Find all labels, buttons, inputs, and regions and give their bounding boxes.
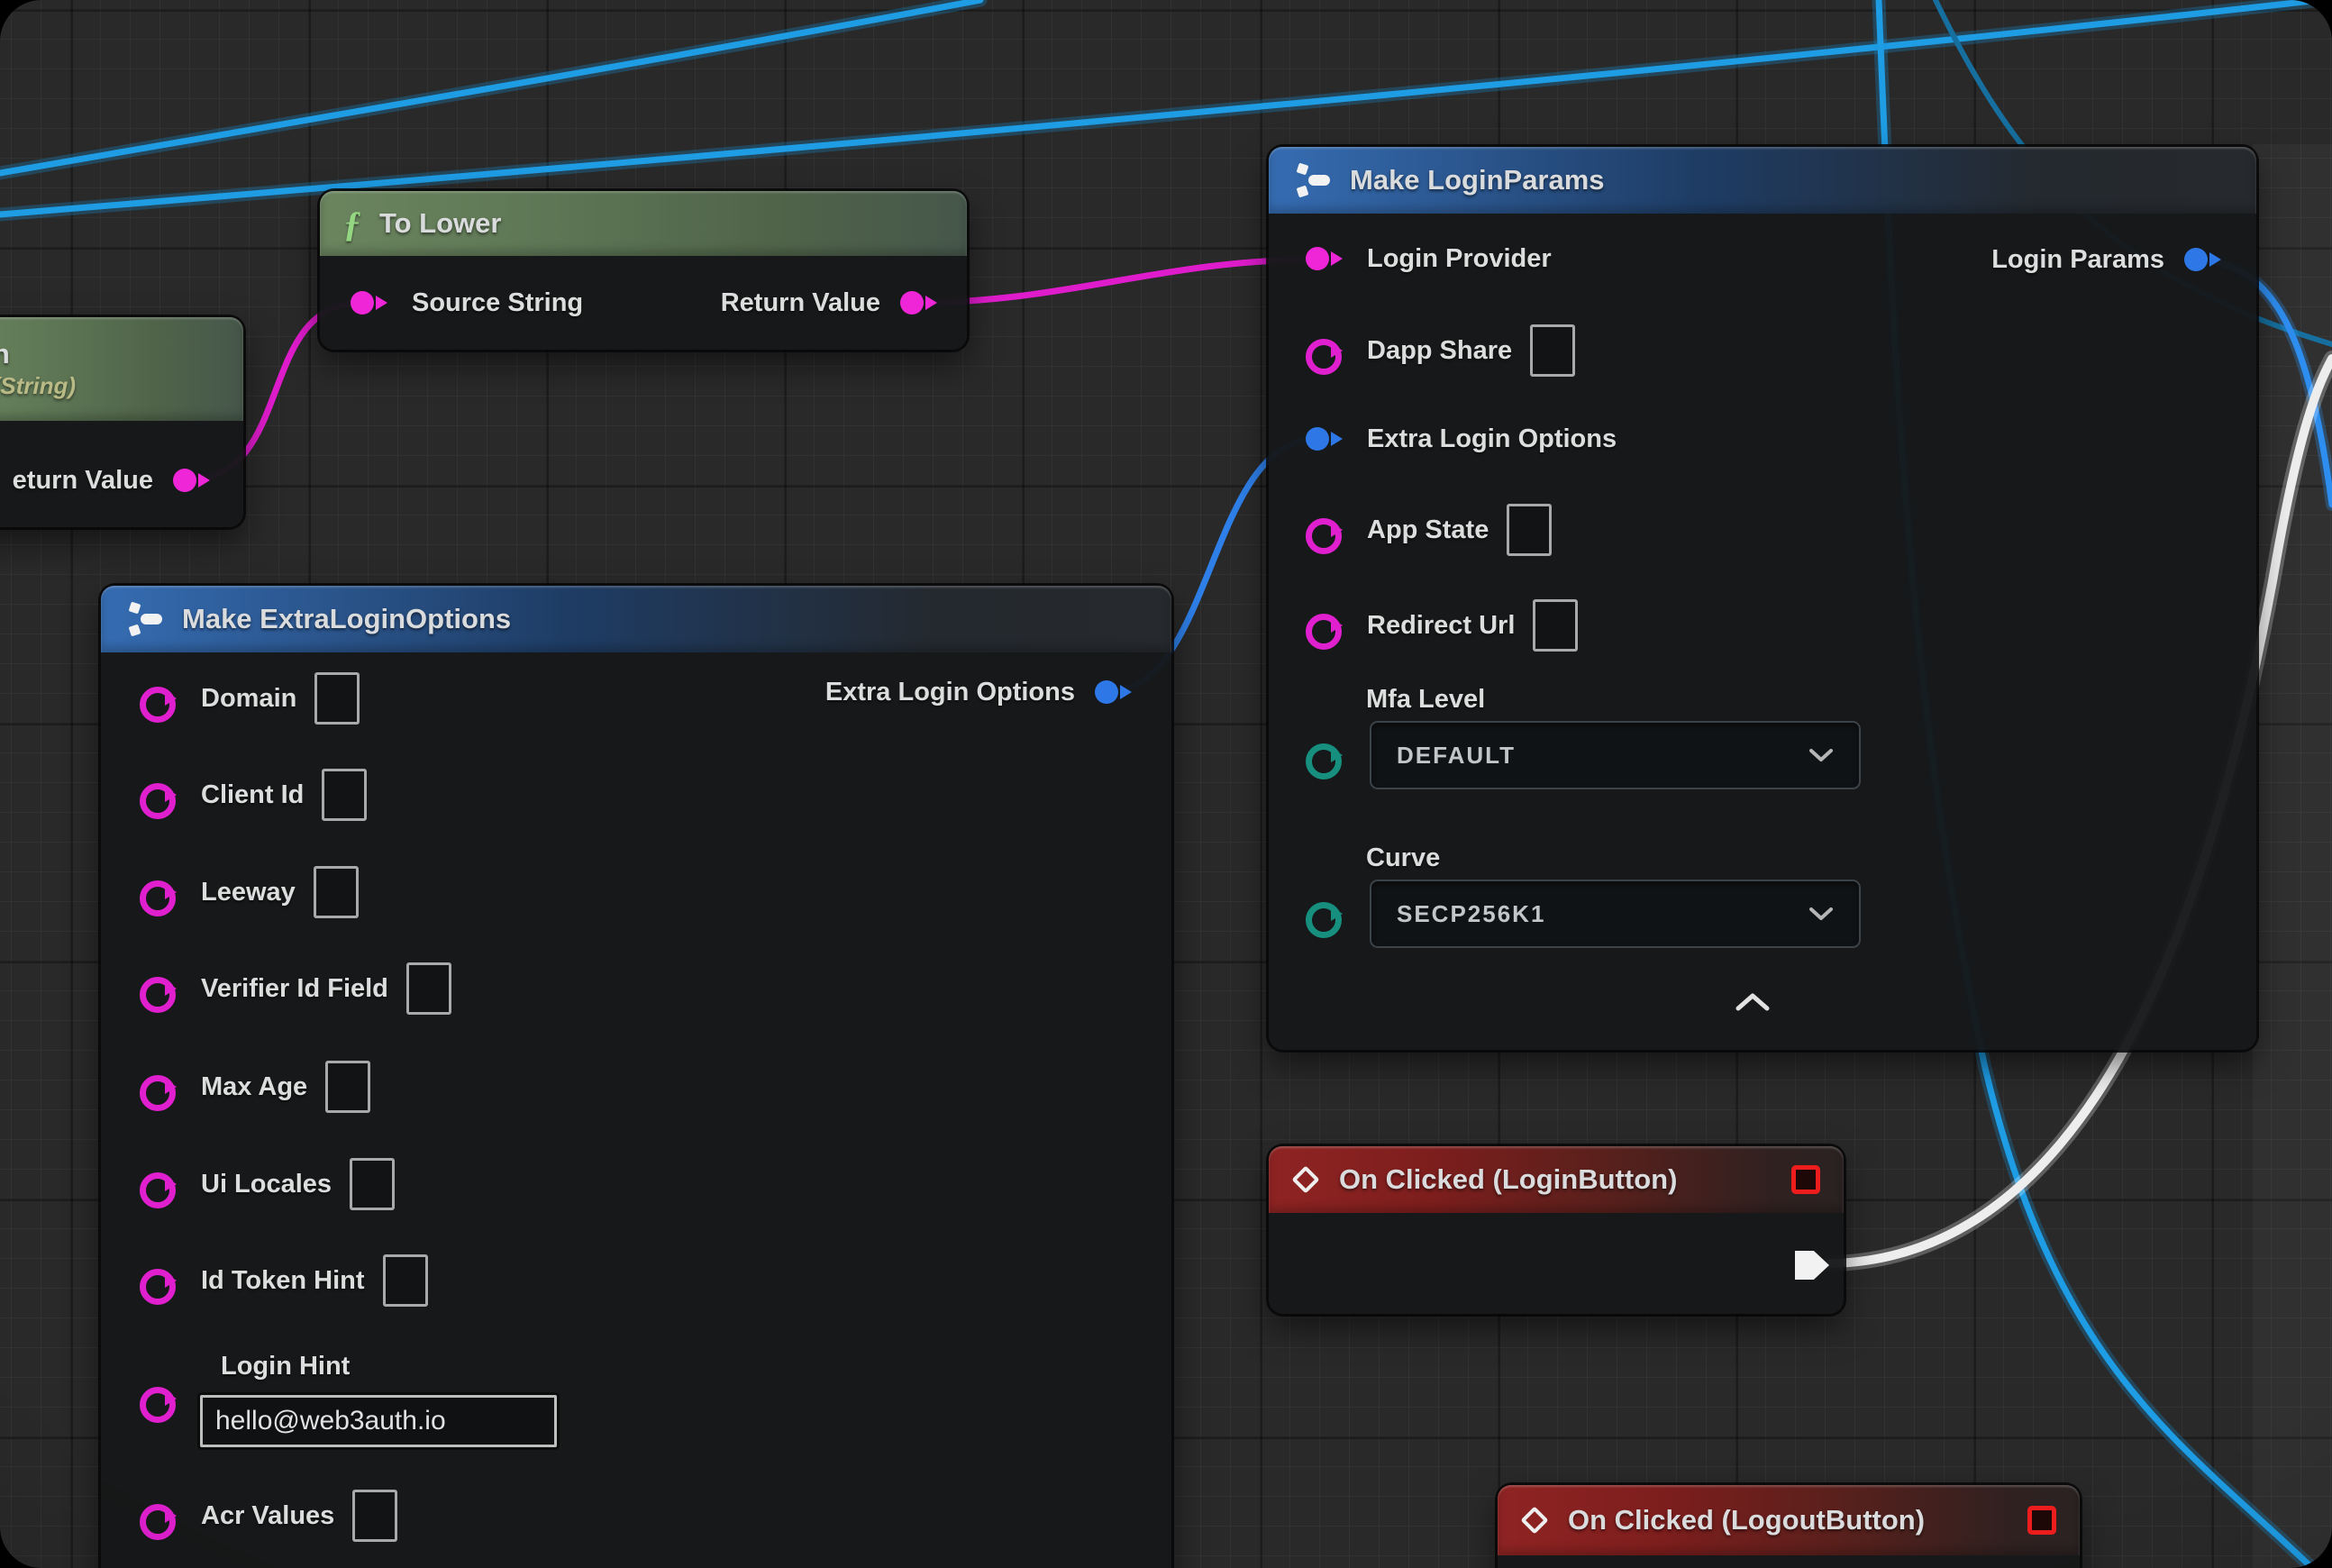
curve-label: Curve <box>1366 843 1440 873</box>
max-age-pin-label: Max Age <box>201 1072 307 1102</box>
collapse-node-chevron-up-icon[interactable] <box>1735 992 1771 1012</box>
dapp-share-pin[interactable] <box>1306 337 1347 364</box>
client-id-pin-label: Client Id <box>201 780 304 810</box>
mfa-level-dropdown[interactable]: DEFAULT <box>1370 721 1861 789</box>
login-params-out-label: Login Params <box>1991 245 2164 275</box>
event-icon <box>1520 1506 1548 1534</box>
redirect-url-pin-label: Redirect Url <box>1367 611 1515 641</box>
dapp-share-value-box[interactable] <box>1530 324 1575 377</box>
login-provider-pin[interactable] <box>1306 245 1347 272</box>
ui-locales-value-box[interactable] <box>350 1158 395 1210</box>
domain-pin[interactable] <box>140 685 181 712</box>
acr-values-pin-label: Acr Values <box>201 1501 334 1531</box>
make-struct-icon <box>1292 162 1332 198</box>
client-id-pin[interactable] <box>140 781 181 808</box>
wire-to-lower-to-login-provider[interactable] <box>913 260 1317 303</box>
id-token-hint-pin[interactable] <box>140 1267 181 1294</box>
node-to-lower-header[interactable]: To Lower <box>320 191 967 256</box>
redirect-url-value-box[interactable] <box>1533 599 1578 652</box>
chevron-down-icon <box>1808 907 1834 921</box>
login-provider-pin-label: Login Provider <box>1367 244 1552 274</box>
verifier-id-field-pin[interactable] <box>140 975 181 1002</box>
node-on-clicked-login-button-header[interactable]: On Clicked (LoginButton) <box>1269 1146 1844 1213</box>
node-make-extra-login-options[interactable]: Make ExtraLoginOptions Extra Login Optio… <box>101 586 1171 1568</box>
max-age-value-box[interactable] <box>325 1061 370 1113</box>
leeway-pin[interactable] <box>140 879 181 906</box>
node-title: Make ExtraLoginOptions <box>182 603 511 635</box>
verifier-id-field-pin-label: Verifier Id Field <box>201 974 388 1004</box>
node-title: Make LoginParams <box>1350 164 1605 196</box>
leeway-value-box[interactable] <box>314 866 359 918</box>
acr-values-pin[interactable] <box>140 1502 181 1529</box>
id-token-hint-pin-label: Id Token Hint <box>201 1266 365 1296</box>
mfa-level-value: DEFAULT <box>1397 742 1808 770</box>
login-hint-pin-label: Login Hint <box>221 1352 350 1381</box>
node-truncated-function[interactable]: tion ox (String) eturn Value <box>0 317 243 527</box>
source-string-pin[interactable] <box>351 289 392 316</box>
node-make-login-params[interactable]: Make LoginParams Login Params Login Prov… <box>1269 147 2256 1050</box>
node-on-clicked-logout-button-header[interactable]: On Clicked (LogoutButton) <box>1498 1485 2080 1555</box>
chevron-down-icon <box>1808 748 1834 762</box>
node-on-clicked-login-button[interactable]: On Clicked (LoginButton) <box>1269 1146 1844 1314</box>
return-value-pin-label: eturn Value <box>13 466 153 496</box>
curve-value: SECP256K1 <box>1397 900 1808 928</box>
make-struct-icon <box>124 601 164 637</box>
event-icon <box>1291 1165 1319 1193</box>
app-state-value-box[interactable] <box>1507 504 1552 556</box>
extra-login-options-out-pin[interactable] <box>1095 679 1136 706</box>
mfa-level-label: Mfa Level <box>1366 685 1485 715</box>
leeway-pin-label: Leeway <box>201 878 296 907</box>
extra-login-options-pin-label: Extra Login Options <box>1367 424 1617 454</box>
node-on-clicked-logout-button[interactable]: On Clicked (LogoutButton) <box>1498 1485 2080 1568</box>
return-value-pin[interactable] <box>900 289 942 316</box>
delegate-pin[interactable] <box>2027 1506 2056 1535</box>
client-id-value-box[interactable] <box>322 769 367 821</box>
node-to-lower[interactable]: To Lower Source String Return Value <box>320 191 967 350</box>
node-title: On Clicked (LogoutButton) <box>1568 1504 1925 1536</box>
domain-pin-label: Domain <box>201 684 296 714</box>
node-title: tion <box>0 338 10 370</box>
login-hint-pin[interactable] <box>140 1385 181 1412</box>
ui-locales-pin-label: Ui Locales <box>201 1170 332 1199</box>
blueprint-graph-canvas[interactable]: tion ox (String) eturn Value To Lower So… <box>0 0 2332 1568</box>
node-subtitle: ox (String) <box>0 372 76 400</box>
id-token-hint-value-box[interactable] <box>383 1254 428 1307</box>
delegate-pin[interactable] <box>1791 1165 1820 1194</box>
node-make-extra-login-options-header[interactable]: Make ExtraLoginOptions <box>101 586 1171 652</box>
redirect-url-pin[interactable] <box>1306 612 1347 639</box>
node-truncated-function-header[interactable]: tion ox (String) <box>0 317 243 421</box>
curve-pin[interactable] <box>1306 900 1347 927</box>
acr-values-value-box[interactable] <box>352 1490 397 1542</box>
login-hint-input[interactable] <box>200 1395 557 1447</box>
node-title: To Lower <box>379 207 501 240</box>
verifier-id-field-value-box[interactable] <box>406 962 451 1015</box>
app-state-pin[interactable] <box>1306 516 1347 543</box>
extra-login-options-out-label: Extra Login Options <box>825 678 1075 707</box>
dapp-share-pin-label: Dapp Share <box>1367 336 1512 366</box>
node-title: On Clicked (LoginButton) <box>1339 1163 1677 1196</box>
source-string-pin-label: Source String <box>412 288 583 318</box>
max-age-pin[interactable] <box>140 1073 181 1100</box>
domain-value-box[interactable] <box>314 672 360 725</box>
curve-dropdown[interactable]: SECP256K1 <box>1370 880 1861 948</box>
exec-out-pin[interactable] <box>1795 1251 1829 1280</box>
node-make-login-params-header[interactable]: Make LoginParams <box>1269 147 2256 214</box>
return-value-pin[interactable] <box>173 467 214 494</box>
return-value-pin-label: Return Value <box>721 288 880 318</box>
app-state-pin-label: App State <box>1367 515 1489 545</box>
mfa-level-pin[interactable] <box>1306 742 1347 769</box>
extra-login-options-pin[interactable] <box>1306 425 1347 452</box>
login-params-out-pin[interactable] <box>2184 246 2226 273</box>
ui-locales-pin[interactable] <box>140 1171 181 1198</box>
function-icon <box>343 203 361 245</box>
